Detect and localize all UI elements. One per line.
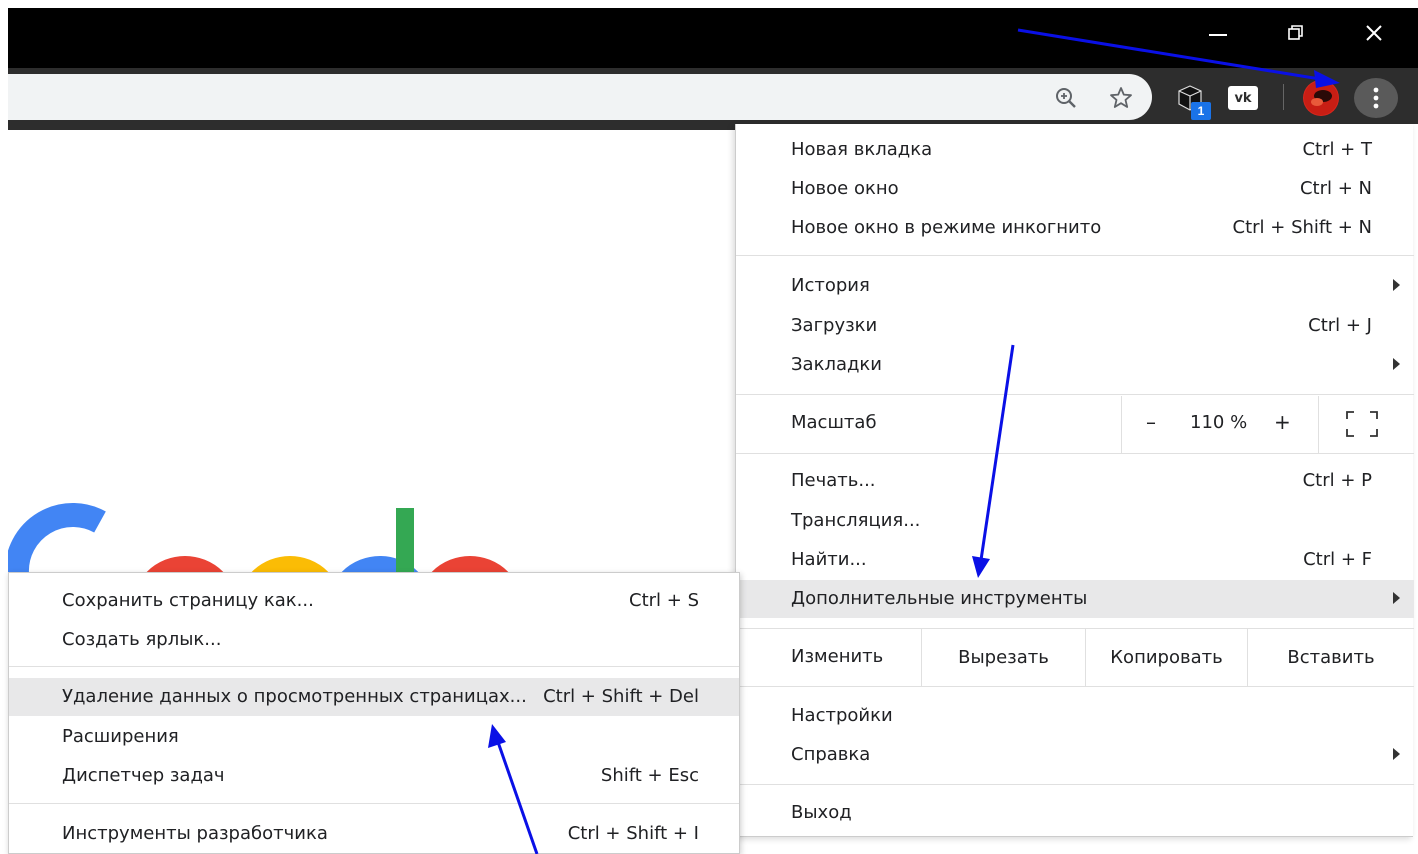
menu-item-shortcut: Ctrl + P <box>1302 470 1372 491</box>
menu-item-label: Справка <box>791 744 871 765</box>
zoom-controls: – 110 % + <box>1121 396 1319 453</box>
menu-item-more-tools[interactable]: Дополнительные инструменты <box>736 580 1414 618</box>
submenu-arrow-icon <box>1393 358 1400 370</box>
paste-button[interactable]: Вставить <box>1247 629 1414 686</box>
menu-item-label: Закладки <box>791 354 882 375</box>
menu-item-help[interactable]: Справка <box>736 736 1414 774</box>
menu-zoom-row: Масштаб – 110 % + <box>736 396 1414 453</box>
menu-separator <box>9 803 739 804</box>
bookmark-star-button[interactable] <box>1105 82 1137 114</box>
menu-item-history[interactable]: История <box>736 267 1414 305</box>
menu-item-label: Сохранить страницу как... <box>62 590 314 611</box>
menu-item-incognito[interactable]: Новое окно в режиме инкогнито Ctrl + Shi… <box>736 209 1414 247</box>
menu-separator <box>736 686 1414 687</box>
menu-item-label: Диспетчер задач <box>62 765 225 786</box>
minimize-button[interactable] <box>1198 16 1238 50</box>
frame-edge-left <box>0 0 8 854</box>
menu-item-label: Трансляция... <box>791 510 921 531</box>
menu-item-shortcut: Ctrl + J <box>1308 315 1372 336</box>
toolbar-separator <box>1283 84 1284 110</box>
submenu-arrow-icon <box>1393 592 1400 604</box>
menu-item-shortcut: Shift + Esc <box>600 765 699 786</box>
restore-icon <box>1288 25 1303 40</box>
copy-button[interactable]: Копировать <box>1085 629 1247 686</box>
extension-badge: 1 <box>1191 102 1211 120</box>
close-icon <box>1366 25 1382 41</box>
menu-item-label: Новое окно в режиме инкогнито <box>791 217 1102 238</box>
menu-separator <box>736 784 1414 785</box>
menu-item-new-window[interactable]: Новое окно Ctrl + N <box>736 170 1414 208</box>
menu-item-cast[interactable]: Трансляция... <box>736 502 1414 540</box>
menu-item-print[interactable]: Печать... Ctrl + P <box>736 462 1414 500</box>
menu-item-label: Новое окно <box>791 178 899 199</box>
menu-item-label: Найти... <box>791 549 867 570</box>
submenu-arrow-icon <box>1393 748 1400 760</box>
menu-item-label: История <box>791 275 870 296</box>
menu-item-label: Удаление данных о просмотренных страница… <box>62 686 527 707</box>
restore-button[interactable] <box>1276 16 1316 50</box>
submenu-item-save-page[interactable]: Сохранить страницу как... Ctrl + S <box>9 582 739 620</box>
more-tools-submenu: Сохранить страницу как... Ctrl + S Созда… <box>8 572 740 854</box>
menu-item-label: Создать ярлык... <box>62 629 222 650</box>
menu-item-label: Новая вкладка <box>791 139 933 160</box>
zoom-icon <box>1056 88 1076 108</box>
submenu-item-clear-browsing-data[interactable]: Удаление данных о просмотренных страница… <box>9 678 739 716</box>
menu-item-label: Инструменты разработчика <box>62 823 328 844</box>
menu-item-find[interactable]: Найти... Ctrl + F <box>736 541 1414 579</box>
menu-separator <box>9 666 739 667</box>
minimize-icon <box>1209 34 1227 36</box>
menu-item-label: Расширения <box>62 726 179 747</box>
google-logo <box>0 480 520 580</box>
avatar-image-icon <box>1304 81 1338 115</box>
submenu-item-dev-tools[interactable]: Инструменты разработчика Ctrl + Shift + … <box>9 815 739 853</box>
star-icon <box>1110 87 1132 108</box>
more-vert-icon <box>1373 87 1379 109</box>
zoom-out-button[interactable]: – <box>1146 410 1156 434</box>
submenu-item-create-shortcut[interactable]: Создать ярлык... <box>9 621 739 659</box>
avatar[interactable] <box>1303 80 1339 116</box>
submenu-item-extensions[interactable]: Расширения <box>9 718 739 756</box>
zoom-level: 110 % <box>1190 412 1248 433</box>
submenu-item-task-manager[interactable]: Диспетчер задач Shift + Esc <box>9 757 739 795</box>
menu-separator <box>736 453 1414 454</box>
menu-item-shortcut: Ctrl + T <box>1302 139 1372 160</box>
frame-edge-top <box>0 0 1418 8</box>
fullscreen-icon <box>1346 411 1378 437</box>
fullscreen-button[interactable] <box>1346 411 1378 437</box>
menu-item-shortcut: Ctrl + Shift + I <box>567 823 699 844</box>
browser-menu-button[interactable] <box>1354 78 1398 118</box>
menu-item-shortcut: Ctrl + Shift + Del <box>543 686 699 707</box>
cut-button[interactable]: Вырезать <box>921 629 1085 686</box>
menu-item-shortcut: Ctrl + F <box>1303 549 1372 570</box>
menu-item-label: Выход <box>791 802 852 823</box>
edit-label: Изменить <box>791 646 884 667</box>
menu-item-label: Дополнительные инструменты <box>791 588 1088 609</box>
vk-icon[interactable]: vk <box>1228 86 1258 110</box>
submenu-arrow-icon <box>1393 279 1400 291</box>
menu-item-shortcut: Ctrl + N <box>1299 178 1372 199</box>
menu-item-label: Настройки <box>791 705 893 726</box>
menu-separator <box>736 255 1414 256</box>
menu-item-label: Загрузки <box>791 315 878 336</box>
menu-item-label: Печать... <box>791 470 876 491</box>
browser-main-menu: Новая вкладка Ctrl + T Новое окно Ctrl +… <box>735 124 1414 837</box>
menu-separator <box>736 394 1414 395</box>
menu-item-exit[interactable]: Выход <box>736 794 1414 832</box>
menu-item-bookmarks[interactable]: Закладки <box>736 346 1414 384</box>
menu-edit-row: Изменить Вырезать Копировать Вставить <box>736 629 1414 686</box>
address-bar[interactable] <box>8 74 1152 120</box>
zoom-indicator-button[interactable] <box>1050 82 1082 114</box>
google-logo-shape <box>4 503 515 580</box>
zoom-label: Масштаб <box>791 412 877 433</box>
toolbar-bottom-edge <box>0 122 736 130</box>
menu-item-shortcut: Ctrl + S <box>629 590 699 611</box>
menu-item-new-tab[interactable]: Новая вкладка Ctrl + T <box>736 131 1414 169</box>
menu-item-downloads[interactable]: Загрузки Ctrl + J <box>736 307 1414 345</box>
menu-item-shortcut: Ctrl + Shift + N <box>1232 217 1372 238</box>
close-button[interactable] <box>1354 16 1394 50</box>
zoom-in-button[interactable]: + <box>1274 410 1291 434</box>
menu-item-settings[interactable]: Настройки <box>736 697 1414 735</box>
